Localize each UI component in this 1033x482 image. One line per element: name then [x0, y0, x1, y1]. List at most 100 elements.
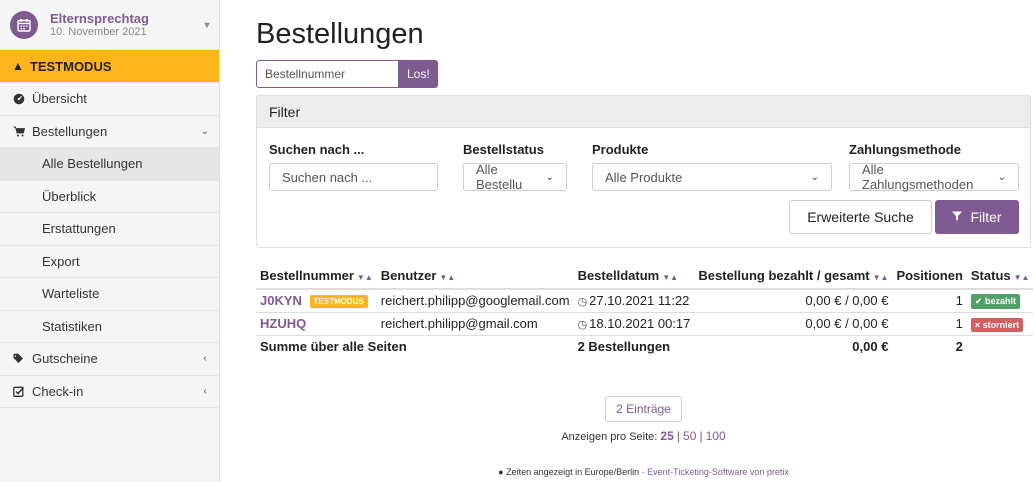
pretix-link[interactable]: Event-Ticketing-Software von pretix [647, 467, 789, 477]
order-positions: 1 [892, 289, 967, 313]
event-date: 10. November 2021 [50, 25, 147, 38]
order-amount: 0,00 € / 0,00 € [694, 289, 893, 313]
checkbox-icon [12, 386, 26, 397]
chevron-down-icon: ⌄ [200, 125, 210, 137]
per-page-option-100[interactable]: 100 [706, 429, 726, 443]
column-header-date[interactable]: Bestelldatum ▼▲ [573, 263, 695, 290]
column-header-positions: Positionen [892, 263, 967, 290]
order-positions: 1 [892, 312, 967, 336]
payment-select[interactable]: Alle Zahlungsmethoden ⌄ [849, 162, 1019, 192]
filter-panel: Filter Suchen nach ... Suchen nach ... B… [256, 95, 1031, 248]
order-code-link[interactable]: HZUHQ [260, 316, 306, 331]
summary-orders: 2 Bestellungen [577, 339, 671, 355]
sidebar-subitem-refunds[interactable]: Erstattungen [0, 213, 219, 246]
search-input[interactable]: Suchen nach ... [269, 163, 438, 191]
testmode-tag: TESTMODUS [309, 295, 368, 309]
advanced-search-button[interactable]: Erweiterte Suche [789, 200, 932, 234]
chevron-left-icon: ‹ [203, 385, 207, 397]
summary-row: Summe über alle Seiten 2 Bestellungen 0,… [256, 335, 1033, 358]
sidebar-item-label: Übersicht [32, 91, 87, 107]
sidebar-item-label: Check-in [32, 383, 84, 399]
status-badge: × storniert [970, 317, 1024, 332]
order-code-input[interactable]: Bestellnummer [256, 60, 399, 88]
sidebar: Elternsprechtag 10. November 2021 ▼ ▲ TE… [0, 0, 220, 482]
sidebar-item-orders[interactable]: Bestellungen ⌄ [0, 116, 219, 148]
sidebar-item-label: Bestellungen [32, 123, 108, 139]
summary-positions: 2 [955, 339, 963, 355]
payment-label: Zahlungsmethode [849, 142, 961, 157]
sort-icon: ▼▲ [662, 273, 679, 282]
event-switcher[interactable]: Elternsprechtag 10. November 2021 ▼ [0, 0, 219, 50]
testmode-banner: ▲ TESTMODUS [0, 50, 219, 83]
per-page-option-25[interactable]: 25 [660, 429, 673, 443]
clock-icon: ◷ [577, 319, 588, 331]
sidebar-item-label: Gutscheine [32, 351, 98, 367]
status-label: Bestellstatus [463, 142, 544, 157]
timezone-note: Zeiten angezeigt in Europe/Berlin [506, 467, 640, 477]
status-select[interactable]: Alle Bestellu ⌄ [463, 162, 567, 192]
orders-table: Bestellnummer ▼▲ Benutzer ▼▲ Bestelldatum ▼… [256, 263, 1033, 358]
entries-count: 2 Einträge [605, 396, 682, 422]
event-name: Elternsprechtag [50, 10, 149, 26]
pagination: 2 Einträge [256, 396, 1031, 422]
filter-button-label: Filter [970, 209, 1002, 225]
dashboard-icon [12, 93, 26, 105]
quick-search: Bestellnummer Los! [256, 60, 438, 88]
status-badge: ✔ bezahlt [970, 294, 1020, 310]
payment-select-value: Alle Zahlungsmethoden [862, 162, 974, 192]
warning-icon: ▲ [12, 59, 24, 73]
sidebar-item-checkin[interactable]: Check-in ‹ [0, 376, 219, 408]
filter-heading: Filter [257, 96, 1030, 128]
summary-label: Summe über alle Seiten [260, 339, 407, 355]
order-date: ◷ 18.10.2021 00:17 [573, 312, 695, 336]
column-header-code[interactable]: Bestellnummer ▼▲ [256, 263, 377, 290]
column-header-user[interactable]: Benutzer ▼▲ [376, 263, 574, 290]
sort-icon: ▼▲ [356, 273, 373, 282]
sidebar-subitem-overview[interactable]: Überblick [0, 181, 219, 213]
column-header-paid[interactable]: Bestellung bezahlt / gesamt ▼▲ [694, 263, 893, 290]
per-page-selector: Anzeigen pro Seite: 25 | 50 | 100 [561, 429, 726, 443]
funnel-icon [952, 211, 963, 224]
sidebar-subitem-all-orders[interactable]: Alle Bestellungen [0, 148, 219, 181]
go-button[interactable]: Los! [399, 60, 438, 88]
order-status: ✔ bezahlt [966, 289, 1033, 313]
check-icon: ✔ [974, 296, 983, 307]
products-select-value: Alle Produkte [605, 169, 683, 185]
order-user: reichert.philipp@gmail.com [376, 312, 574, 336]
sidebar-subitem-export[interactable]: Export [0, 246, 219, 278]
calendar-icon [10, 10, 38, 39]
footer: ● Zeiten angezeigt in Europe/Berlin · Ev… [498, 467, 789, 477]
sort-icon: ▼▲ [1013, 273, 1030, 282]
chevron-down-icon: ⌄ [810, 171, 819, 183]
chevron-down-icon: ⌄ [545, 171, 554, 183]
caret-down-icon: ▼ [202, 19, 212, 30]
filter-button[interactable]: Filter [935, 200, 1019, 234]
order-amount: 0,00 € / 0,00 € [694, 312, 893, 336]
sidebar-item-overview[interactable]: Übersicht [0, 83, 219, 116]
sort-icon: ▼▲ [872, 273, 889, 282]
sidebar-subitem-statistics[interactable]: Statistiken [0, 311, 219, 343]
page-title: Bestellungen [256, 18, 424, 50]
close-icon: × [974, 319, 981, 330]
per-page-option-50[interactable]: 50 [683, 429, 696, 443]
status-select-value: Alle Bestellu [476, 162, 523, 192]
order-user: reichert.philipp@googlemail.com [376, 289, 574, 313]
summary-total: 0,00 € [852, 339, 889, 355]
sort-icon: ▼▲ [439, 273, 456, 282]
table-row: HZUHQ reichert.philipp@gmail.com ◷ 18.10.… [256, 312, 1033, 336]
products-label: Produkte [592, 142, 649, 157]
cart-icon [12, 126, 26, 137]
tags-icon [12, 353, 26, 364]
testmode-label: TESTMODUS [29, 58, 112, 74]
clock-icon: ◷ [577, 296, 588, 309]
sidebar-item-vouchers[interactable]: Gutscheine ‹ [0, 343, 219, 376]
column-header-status[interactable]: Status ▼▲ [966, 263, 1033, 290]
table-row: J0KYN TESTMODUS reichert.philipp@googlem… [256, 289, 1033, 313]
sidebar-subitem-waitinglist[interactable]: Warteliste [0, 278, 219, 311]
table-header-row: Bestellnummer ▼▲ Benutzer ▼▲ Bestelldatum ▼… [256, 263, 1033, 290]
search-label: Suchen nach ... [269, 142, 365, 157]
chevron-down-icon: ⌄ [997, 171, 1006, 183]
order-code-link[interactable]: J0KYN [260, 293, 302, 308]
order-status: × storniert [966, 312, 1033, 336]
products-select[interactable]: Alle Produkte ⌄ [592, 163, 832, 191]
